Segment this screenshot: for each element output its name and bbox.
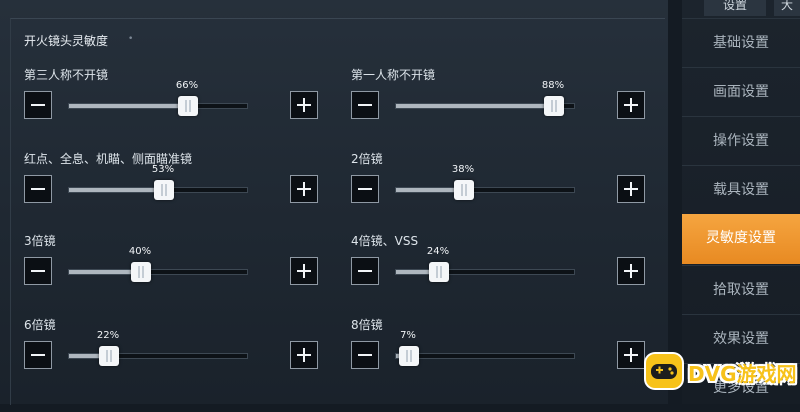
- sensitivity-slider-group: 2倍镜 38%: [351, 150, 647, 230]
- section-title-marker: •: [128, 34, 134, 44]
- slider-track[interactable]: [68, 346, 248, 366]
- section-title: 开火镜头灵敏度: [24, 34, 109, 48]
- watermark-text: DVG游戏网: [688, 362, 797, 386]
- slider-label: 3倍镜: [24, 234, 56, 248]
- gamepad-logo-icon: [646, 354, 682, 388]
- decrease-button[interactable]: [351, 175, 379, 203]
- slider-label: 2倍镜: [351, 152, 383, 166]
- decrease-button[interactable]: [351, 257, 379, 285]
- site-watermark: DVG游戏网: [646, 352, 797, 392]
- plus-icon-stroke: [303, 264, 305, 278]
- sensitivity-slider-group: 红点、全息、机瞄、侧面瞄准镜 53%: [24, 150, 320, 230]
- sidebar-item-5[interactable]: 灵敏度设置: [682, 214, 800, 264]
- minus-icon: [31, 188, 45, 190]
- increase-button[interactable]: [290, 91, 318, 119]
- slider-thumb[interactable]: [154, 180, 174, 200]
- plus-icon-stroke: [303, 348, 305, 362]
- sidebar-item-1[interactable]: 基础设置: [682, 18, 800, 66]
- slider-thumb[interactable]: [454, 180, 474, 200]
- sensitivity-slider-group: 4倍镜、VSS 24%: [351, 232, 647, 312]
- minus-icon: [358, 188, 372, 190]
- plus-icon-stroke: [630, 348, 632, 362]
- minus-icon: [358, 354, 372, 356]
- slider-track[interactable]: [395, 180, 575, 200]
- tab-overflow[interactable]: 大: [774, 0, 800, 16]
- decrease-button[interactable]: [24, 91, 52, 119]
- minus-icon: [31, 104, 45, 106]
- settings-sidebar: 设置 大 基础设置 画面设置 操作设置 载具设置 灵敏度设置 拾取设置 效果设置 更多设置: [682, 0, 800, 404]
- slider-value: 22%: [96, 330, 120, 341]
- slider-fill: [69, 104, 188, 108]
- increase-button[interactable]: [290, 257, 318, 285]
- plus-icon-stroke: [303, 182, 305, 196]
- slider-value: 38%: [451, 164, 475, 175]
- slider-thumb[interactable]: [178, 96, 198, 116]
- minus-icon: [31, 354, 45, 356]
- slider-track[interactable]: [395, 262, 575, 282]
- slider-thumb[interactable]: [131, 262, 151, 282]
- slider-thumb[interactable]: [399, 346, 419, 366]
- sidebar-item-6[interactable]: 拾取设置: [682, 265, 800, 313]
- slider-label: 第一人称不开镜: [351, 68, 436, 82]
- slider-value: 24%: [426, 246, 450, 257]
- increase-button[interactable]: [617, 257, 645, 285]
- minus-icon: [358, 270, 372, 272]
- slider-value: 7%: [400, 330, 416, 341]
- slider-thumb[interactable]: [429, 262, 449, 282]
- slider-thumb[interactable]: [99, 346, 119, 366]
- slider-track[interactable]: [68, 96, 248, 116]
- increase-button[interactable]: [290, 175, 318, 203]
- slider-track[interactable]: [68, 180, 248, 200]
- minus-icon: [358, 104, 372, 106]
- plus-icon-stroke: [303, 98, 305, 112]
- increase-button[interactable]: [617, 175, 645, 203]
- slider-value: 66%: [175, 80, 199, 91]
- slider-label: 4倍镜、VSS: [351, 234, 419, 248]
- decrease-button[interactable]: [351, 341, 379, 369]
- sensitivity-slider-group: 第三人称不开镜 66%: [24, 66, 320, 146]
- increase-button[interactable]: [617, 91, 645, 119]
- slider-value: 40%: [128, 246, 152, 257]
- slider-track[interactable]: [395, 96, 575, 116]
- slider-track[interactable]: [68, 262, 248, 282]
- tab-settings[interactable]: 设置: [704, 0, 766, 16]
- plus-icon-stroke: [630, 264, 632, 278]
- increase-button[interactable]: [617, 341, 645, 369]
- slider-label: 第三人称不开镜: [24, 68, 109, 82]
- minus-icon: [31, 270, 45, 272]
- increase-button[interactable]: [290, 341, 318, 369]
- plus-icon-stroke: [630, 182, 632, 196]
- slider-thumb[interactable]: [544, 96, 564, 116]
- sensitivity-slider-group: 8倍镜 7%: [351, 316, 647, 396]
- sensitivity-slider-group: 6倍镜 22%: [24, 316, 320, 396]
- slider-fill: [396, 104, 554, 108]
- decrease-button[interactable]: [24, 257, 52, 285]
- sidebar-item-2[interactable]: 画面设置: [682, 67, 800, 115]
- decrease-button[interactable]: [351, 91, 379, 119]
- sensitivity-slider-group: 3倍镜 40%: [24, 232, 320, 312]
- slider-track[interactable]: [395, 346, 575, 366]
- sidebar-item-4[interactable]: 载具设置: [682, 165, 800, 213]
- slider-value: 88%: [541, 80, 565, 91]
- plus-icon-stroke: [630, 98, 632, 112]
- decrease-button[interactable]: [24, 341, 52, 369]
- decrease-button[interactable]: [24, 175, 52, 203]
- slider-fill: [69, 188, 164, 192]
- sidebar-item-3[interactable]: 操作设置: [682, 116, 800, 164]
- slider-label: 8倍镜: [351, 318, 383, 332]
- slider-value: 53%: [151, 164, 175, 175]
- sensitivity-slider-group: 第一人称不开镜 88%: [351, 66, 647, 146]
- slider-label: 6倍镜: [24, 318, 56, 332]
